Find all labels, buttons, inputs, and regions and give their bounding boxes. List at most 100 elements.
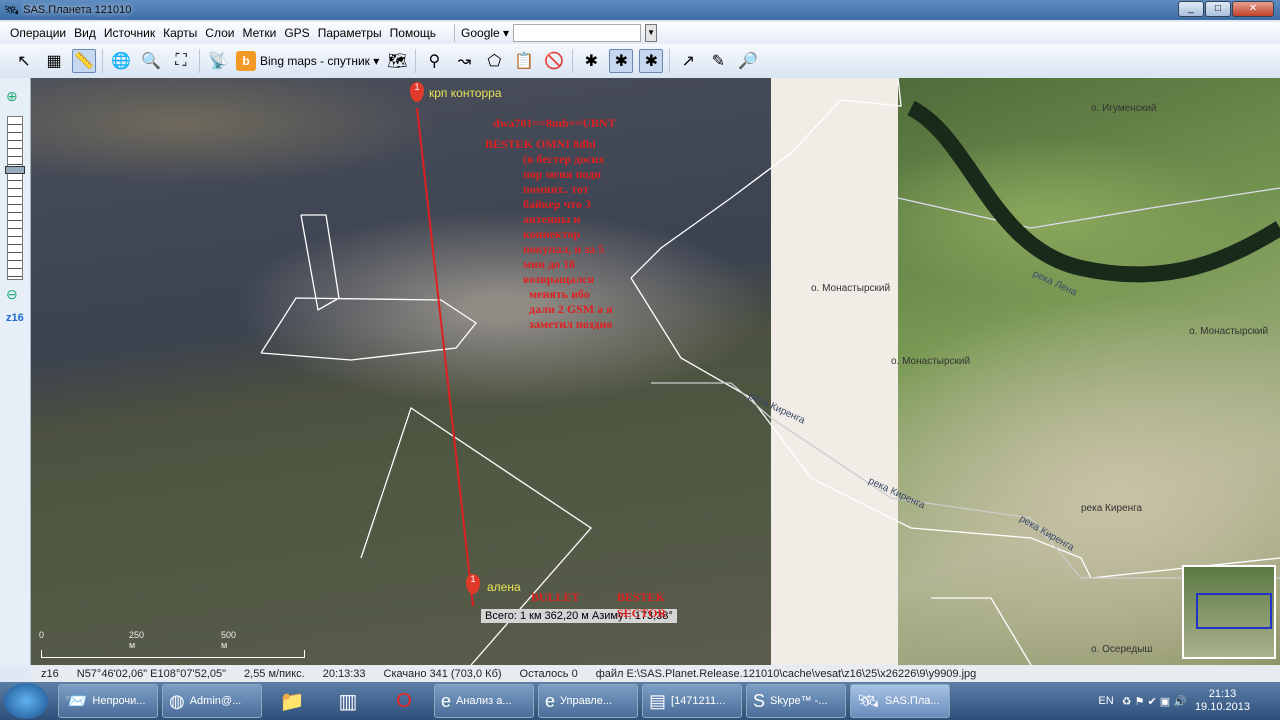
add-polygon-icon[interactable]: ⬠	[482, 49, 506, 73]
language-indicator[interactable]: EN	[1098, 695, 1113, 707]
scale-label: 500 м	[221, 630, 237, 650]
zoom-icon[interactable]: 🔍	[139, 49, 163, 73]
status-resolution: 2,55 м/пикс.	[244, 667, 305, 680]
system-tray: EN ♻ ⚑ ✔ ▣ 🔊 21:13 19.10.2013	[1098, 688, 1280, 714]
add-placemark-icon[interactable]: ⚲	[422, 49, 446, 73]
pointer-icon[interactable]: ↖	[12, 49, 36, 73]
opera-icon[interactable]: O	[378, 684, 430, 718]
menu-layers[interactable]: Слои	[205, 26, 234, 40]
toolbar: ↖ ▦ 📏 🌐 🔍 ⛶ 📡 b Bing maps - спутник ▾ 🗺 …	[0, 44, 1280, 78]
placemark-label: крп конторра	[429, 86, 502, 100]
mail-icon: 📨	[65, 690, 88, 711]
search-history-dropdown[interactable]: ▼	[645, 24, 658, 42]
taskbar-item-sheet[interactable]: ▤ [1471211...	[642, 684, 742, 718]
divider	[199, 49, 200, 73]
status-remaining: Осталось 0	[519, 667, 578, 680]
clock[interactable]: 21:13 19.10.2013	[1195, 688, 1250, 714]
menu-view[interactable]: Вид	[74, 26, 96, 40]
task-label: Непрочи...	[92, 695, 146, 707]
close-button[interactable]: ✕	[1232, 1, 1274, 17]
taskbar-item-skype[interactable]: S Skype™ -...	[746, 684, 846, 718]
zoom-slider[interactable]	[7, 116, 23, 280]
polygon-overlay	[260, 78, 1280, 665]
menu-source[interactable]: Источник	[104, 26, 155, 40]
mark-tool-icon[interactable]: ✎	[706, 49, 730, 73]
note-line: возвращался	[523, 272, 595, 286]
note-line: (в бестер досих	[523, 152, 605, 166]
river-label: река Киренга	[1081, 503, 1143, 514]
bing-icon: b	[236, 51, 256, 71]
placemark-label: алена	[487, 580, 521, 594]
status-time: 20:13:33	[322, 667, 366, 680]
place-label: о. Монастырский	[1189, 326, 1269, 337]
maximize-button[interactable]: □	[1205, 1, 1231, 17]
taskbar-item-ie1[interactable]: e Анализ а...	[434, 684, 534, 718]
status-zoom: z16	[41, 667, 59, 680]
fullscreen-icon[interactable]: ⛶	[169, 49, 193, 73]
task-label: Управле...	[560, 695, 612, 707]
taskbar-item-mail[interactable]: 📨 Непрочи...	[58, 684, 158, 718]
place-label: о. Монастырский	[811, 283, 891, 294]
menu-help[interactable]: Помощь	[390, 26, 436, 40]
search-provider-dropdown[interactable]: Google ▾	[461, 26, 509, 40]
zoom-out-icon[interactable]: ⊖	[6, 286, 18, 303]
note-line: BESTEK OMNI 8dbi	[485, 137, 596, 151]
zoom-level: z16	[6, 312, 24, 324]
ruler-icon[interactable]: 📏	[72, 49, 96, 73]
taskbar-item-sasplanet[interactable]: 🛰 SAS.Пла...	[850, 684, 950, 718]
minimap-viewport[interactable]	[1196, 593, 1272, 629]
map-view[interactable]: 1 крп конторра 1 алена dwa701==8mb==UBNT…	[31, 78, 1280, 665]
ie-icon: e	[545, 690, 556, 711]
divider	[572, 49, 574, 73]
layers-icon[interactable]: 🗺	[385, 49, 409, 73]
ie-icon: e	[441, 690, 452, 711]
place-label: о. Монастырский	[891, 356, 971, 367]
map-annotation: dwa701==8mb==UBNT BESTEK OMNI 8dbi (в бе…	[485, 116, 616, 332]
server-icon[interactable]: ▥	[322, 684, 374, 718]
clock-time: 21:13	[1208, 688, 1237, 700]
explorer-icon[interactable]: 📁	[266, 684, 318, 718]
status-downloaded: Скачано 341 (703,0 Кб)	[383, 667, 502, 680]
divider	[102, 49, 103, 73]
gps-center-icon[interactable]: ✱	[639, 49, 664, 73]
note-line: коннектор	[523, 227, 581, 241]
divider	[415, 49, 417, 73]
note-line: мин до 18	[523, 257, 576, 271]
satellite-dish-icon[interactable]: 📡	[206, 49, 230, 73]
menu-marks[interactable]: Метки	[242, 26, 276, 40]
start-button[interactable]	[4, 683, 48, 719]
add-path-icon[interactable]: ↝	[452, 49, 476, 73]
taskbar-item-ie2[interactable]: e Управле...	[538, 684, 638, 718]
search-input[interactable]	[513, 24, 642, 42]
task-label: Анализ а...	[456, 695, 512, 707]
map-annotation: SECTOR	[617, 606, 667, 620]
distance-line	[416, 107, 474, 607]
scale-label: 250 м	[129, 630, 145, 650]
marks-list-icon[interactable]: 📋	[512, 49, 536, 73]
menu-maps[interactable]: Карты	[163, 26, 197, 40]
gps-icon[interactable]: ✱	[579, 49, 603, 73]
app-icon: 🛰	[4, 3, 20, 17]
minimize-button[interactable]: _	[1178, 1, 1204, 17]
sasplanet-icon: 🛰	[857, 690, 880, 711]
search-map-icon[interactable]: 🔎	[736, 49, 760, 73]
divider	[669, 49, 671, 73]
select-area-icon[interactable]: ▦	[42, 49, 66, 73]
map-source-selector[interactable]: b Bing maps - спутник ▾	[236, 51, 379, 71]
globe-icon[interactable]: 🌐	[109, 49, 133, 73]
map-annotation: BULLET	[531, 590, 580, 604]
task-label: [1471211...	[671, 695, 726, 707]
tray-icons[interactable]: ♻ ⚑ ✔ ▣ 🔊	[1122, 695, 1187, 708]
minimap[interactable]	[1182, 565, 1276, 659]
note-line: покупал, и за 5	[523, 242, 605, 256]
title-bar: 🛰 SAS.Планета 121010 _ □ ✕	[0, 0, 1280, 20]
menu-settings[interactable]: Параметры	[318, 26, 382, 40]
menu-operations[interactable]: Операции	[10, 26, 66, 40]
line-tool-icon[interactable]: ↗	[676, 49, 700, 73]
gps-track-icon[interactable]: ✱	[609, 49, 634, 73]
taskbar-item-admin[interactable]: ◍ Admin@...	[162, 684, 262, 718]
zoom-in-icon[interactable]: ⊕	[6, 88, 18, 105]
menu-gps[interactable]: GPS	[284, 26, 309, 40]
hide-marks-icon[interactable]: 🚫	[542, 49, 566, 73]
zoom-slider-thumb[interactable]	[5, 166, 25, 174]
